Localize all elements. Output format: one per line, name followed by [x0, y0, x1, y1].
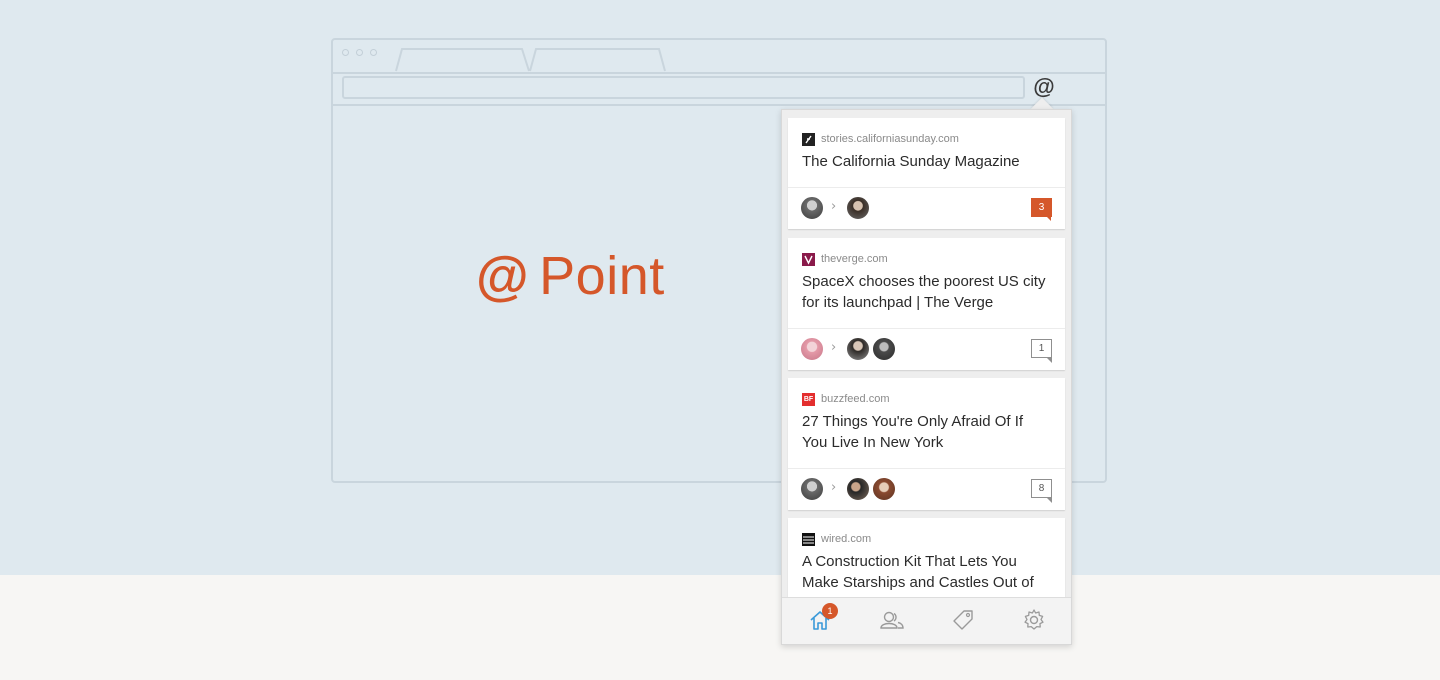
brand-at-symbol: @ — [476, 246, 530, 306]
chevron-right-icon: › — [831, 480, 837, 495]
item-title[interactable]: The California Sunday Magazine — [802, 151, 1051, 172]
card-footer: › 8 — [788, 468, 1065, 510]
item-title[interactable]: A Construction Kit That Lets You Make St… — [802, 551, 1051, 598]
page-footer-band — [0, 575, 1440, 680]
card-footer: › 3 — [788, 187, 1065, 229]
brand-name: Point — [539, 246, 665, 306]
comment-count-badge[interactable]: 1 — [1031, 339, 1052, 363]
avatar[interactable] — [872, 477, 896, 501]
comment-count-badge[interactable]: 8 — [1031, 479, 1052, 503]
avatar[interactable] — [846, 477, 870, 501]
browser-tab-bar — [333, 40, 1105, 74]
nav-tags[interactable] — [951, 608, 975, 632]
wired-favicon — [802, 532, 815, 546]
home-notification-badge: 1 — [822, 603, 838, 619]
avatar[interactable] — [800, 477, 824, 501]
window-dot-icon — [370, 49, 377, 56]
url-field[interactable] — [342, 76, 1025, 99]
friends-icon — [880, 611, 904, 629]
brand-logo: @ Point — [476, 245, 665, 307]
chevron-right-icon: › — [831, 340, 837, 355]
browser-tab[interactable] — [529, 48, 667, 72]
avatar[interactable] — [800, 196, 824, 220]
item-domain: stories.californiasunday.com — [821, 133, 959, 145]
feed-card[interactable]: wired.com A Construction Kit That Lets Y… — [788, 518, 1065, 598]
feed-card[interactable]: stories.californiasunday.com The Califor… — [788, 118, 1065, 229]
window-dot-icon — [356, 49, 363, 56]
nav-friends[interactable] — [879, 608, 905, 632]
chevron-right-icon: › — [831, 199, 837, 214]
window-dot-icon — [342, 49, 349, 56]
browser-address-bar: @ — [333, 72, 1105, 106]
nav-settings[interactable] — [1022, 608, 1046, 632]
californiasunday-favicon — [802, 132, 815, 146]
avatar[interactable] — [800, 337, 824, 361]
feed-card[interactable]: BF buzzfeed.com 27 Things You're Only Af… — [788, 378, 1065, 510]
browser-tab[interactable] — [395, 48, 531, 72]
item-domain: wired.com — [821, 533, 872, 545]
card-footer: › 1 — [788, 328, 1065, 370]
item-title[interactable]: SpaceX chooses the poorest US city for i… — [802, 271, 1051, 313]
item-domain: theverge.com — [821, 253, 888, 265]
tag-icon — [953, 610, 973, 630]
buzzfeed-favicon: BF — [802, 392, 815, 406]
feed-list[interactable]: stories.californiasunday.com The Califor… — [782, 110, 1071, 598]
settings-icon — [1024, 609, 1044, 630]
item-domain: buzzfeed.com — [821, 393, 890, 405]
comment-count-badge[interactable]: 3 — [1031, 198, 1052, 221]
avatar[interactable] — [872, 337, 896, 361]
point-extension-button[interactable]: @ — [1030, 73, 1058, 101]
nav-home[interactable]: 1 — [808, 603, 838, 632]
feed-card[interactable]: theverge.com SpaceX chooses the poorest … — [788, 238, 1065, 370]
popup-bottom-nav: 1 — [782, 597, 1071, 644]
avatar[interactable] — [846, 337, 870, 361]
avatar[interactable] — [846, 196, 870, 220]
verge-favicon — [802, 252, 815, 266]
extension-popup: stories.californiasunday.com The Califor… — [781, 109, 1072, 645]
item-title[interactable]: 27 Things You're Only Afraid Of If You L… — [802, 411, 1051, 453]
